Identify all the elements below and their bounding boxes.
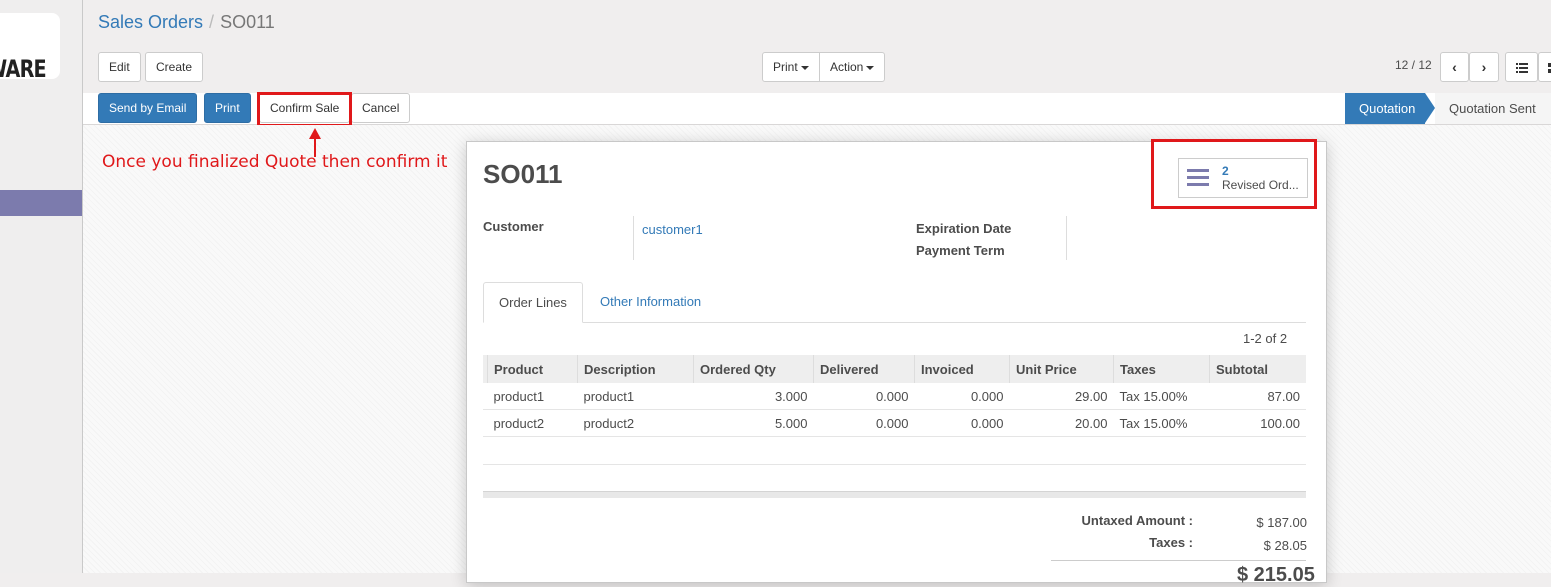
- list-footer: [483, 491, 1306, 498]
- breadcrumb-current: SO011: [220, 12, 275, 32]
- totals-divider: [1051, 560, 1306, 561]
- breadcrumb-separator: /: [209, 12, 215, 32]
- column-delivered[interactable]: Delivered: [813, 355, 915, 383]
- app-sidebar: WARE: [0, 0, 83, 573]
- cell-unit-price: 20.00: [1009, 409, 1114, 437]
- chevron-left-icon: ‹: [1452, 59, 1457, 75]
- edit-button[interactable]: Edit: [98, 52, 141, 82]
- column-ordered-qty[interactable]: Ordered Qty: [693, 355, 814, 383]
- column-invoiced[interactable]: Invoiced: [914, 355, 1010, 383]
- send-by-email-button[interactable]: Send by Email: [98, 93, 198, 123]
- column-description[interactable]: Description: [577, 355, 694, 383]
- pager-next-button[interactable]: ›: [1469, 52, 1499, 82]
- company-logo: WARE: [0, 13, 60, 83]
- cell-product: product1: [487, 383, 578, 410]
- empty-list-row: [483, 437, 1306, 465]
- cell-ordered-qty: 3.000: [693, 383, 814, 410]
- table-header-row: Product Description Ordered Qty Delivere…: [483, 355, 1306, 383]
- form-view-button[interactable]: [1538, 52, 1551, 82]
- print-dropdown[interactable]: Print: [762, 52, 820, 82]
- field-divider: [633, 216, 634, 260]
- taxes-value: $ 28.05: [1263, 538, 1307, 553]
- list-count: 1-2 of 2: [1243, 331, 1288, 346]
- cell-ordered-qty: 5.000: [693, 409, 814, 437]
- customer-link[interactable]: customer1: [642, 222, 703, 237]
- cell-unit-price: 29.00: [1009, 383, 1114, 410]
- cell-delivered: 0.000: [813, 383, 915, 410]
- cell-invoiced: 0.000: [914, 383, 1010, 410]
- sidebar-active-item[interactable]: [0, 190, 82, 216]
- cancel-button[interactable]: Cancel: [351, 93, 411, 123]
- tab-order-lines[interactable]: Order Lines: [483, 282, 583, 323]
- column-taxes[interactable]: Taxes: [1113, 355, 1210, 383]
- column-product[interactable]: Product: [487, 355, 578, 383]
- column-subtotal[interactable]: Subtotal: [1209, 355, 1306, 383]
- chevron-right-icon: ›: [1481, 59, 1487, 75]
- pager-previous-button[interactable]: ‹: [1440, 52, 1469, 82]
- list-view-button[interactable]: [1505, 52, 1538, 82]
- record-title: SO011: [483, 159, 563, 189]
- cell-taxes: Tax 15.00%: [1113, 409, 1210, 437]
- order-lines-table: Product Description Ordered Qty Delivere…: [483, 355, 1306, 437]
- field-divider: [1066, 216, 1067, 260]
- caret-down-icon: [866, 65, 875, 70]
- breadcrumb-sales-orders[interactable]: Sales Orders: [98, 12, 203, 32]
- table-row[interactable]: product1 product1 3.000 0.000 0.000 29.0…: [483, 383, 1306, 410]
- print-quote-button[interactable]: Print: [204, 93, 251, 123]
- taxes-label: Taxes :: [1149, 535, 1193, 550]
- action-dropdown-label: Action: [830, 60, 864, 74]
- create-button[interactable]: Create: [145, 52, 204, 82]
- cell-delivered: 0.000: [813, 409, 915, 437]
- logo-text: WARE: [0, 55, 47, 83]
- cell-description: product1: [577, 383, 694, 410]
- cell-subtotal: 100.00: [1209, 409, 1306, 437]
- action-dropdown[interactable]: Action: [819, 52, 886, 82]
- expiration-date-label: Expiration Date: [916, 221, 1012, 236]
- caret-down-icon: [800, 65, 809, 70]
- payment-term-label: Payment Term: [916, 243, 1005, 258]
- customer-label: Customer: [483, 219, 544, 234]
- notebook-tabs: Order Lines Other Information: [483, 282, 1306, 323]
- cell-product: product2: [487, 409, 578, 437]
- list-icon: [1515, 62, 1528, 73]
- total-amount: $ 215.05: [1237, 564, 1315, 586]
- annotation-text: Once you finalized Quote then confirm it: [102, 152, 448, 172]
- control-panel: Sales Orders / SO011 Edit Create Print Act…: [83, 0, 1551, 94]
- breadcrumb: Sales Orders / SO011: [98, 12, 275, 33]
- pager-value[interactable]: 12 / 12: [1395, 58, 1432, 72]
- confirm-sale-highlight: [257, 92, 352, 127]
- print-dropdown-label: Print: [773, 60, 798, 74]
- cell-taxes: Tax 15.00%: [1113, 383, 1210, 410]
- untaxed-amount-value: $ 187.00: [1256, 515, 1307, 530]
- column-unit-price[interactable]: Unit Price: [1009, 355, 1114, 383]
- stage-quotation[interactable]: Quotation: [1345, 93, 1435, 124]
- cell-subtotal: 87.00: [1209, 383, 1306, 410]
- cell-description: product2: [577, 409, 694, 437]
- untaxed-amount-label: Untaxed Amount :: [1081, 513, 1193, 528]
- table-row[interactable]: product2 product2 5.000 0.000 0.000 20.0…: [483, 409, 1306, 437]
- tab-other-information[interactable]: Other Information: [585, 282, 716, 322]
- stage-quotation-sent[interactable]: Quotation Sent: [1435, 93, 1551, 124]
- smart-button-highlight: [1151, 139, 1317, 209]
- cell-invoiced: 0.000: [914, 409, 1010, 437]
